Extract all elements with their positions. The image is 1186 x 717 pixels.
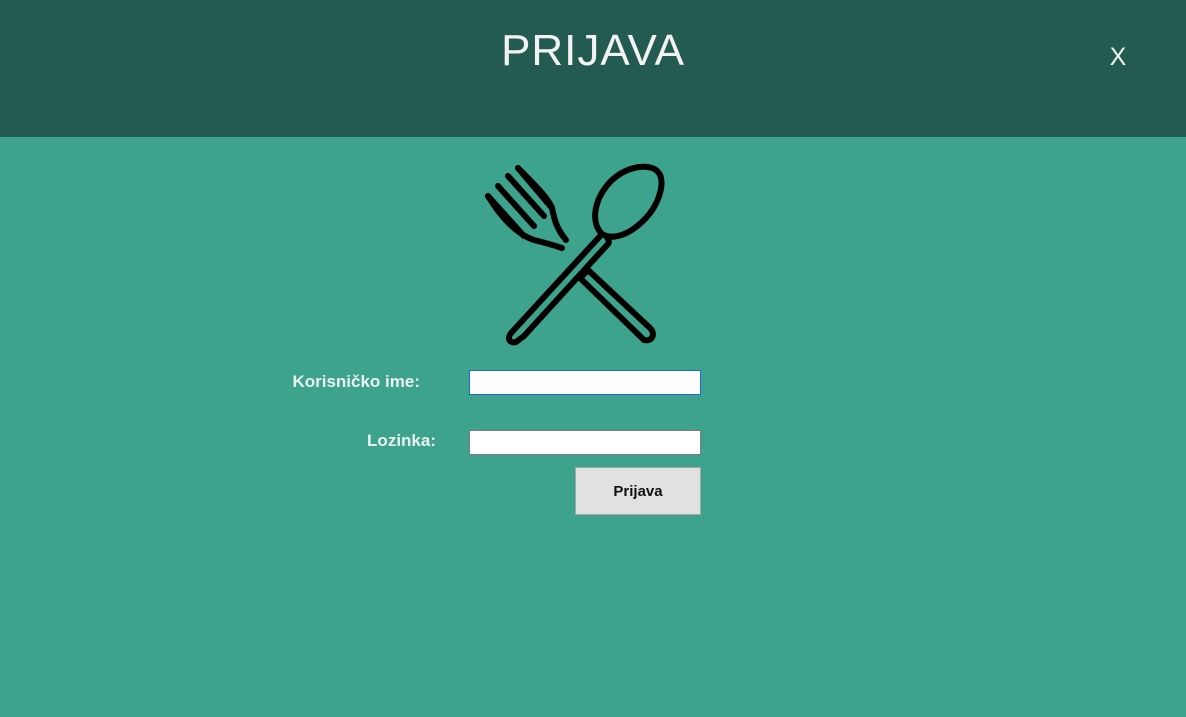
username-label: Korisničko ime: <box>292 372 420 391</box>
close-button[interactable]: X <box>1104 40 1132 74</box>
login-button[interactable]: Prijava <box>575 467 701 515</box>
page-title: PRIJAVA <box>501 26 685 75</box>
username-field[interactable] <box>469 370 701 395</box>
title-bar: PRIJAVA X <box>0 0 1186 137</box>
fork-and-spoon-icon <box>485 163 665 346</box>
password-field[interactable] <box>469 430 701 455</box>
password-label: Lozinka: <box>367 431 436 450</box>
